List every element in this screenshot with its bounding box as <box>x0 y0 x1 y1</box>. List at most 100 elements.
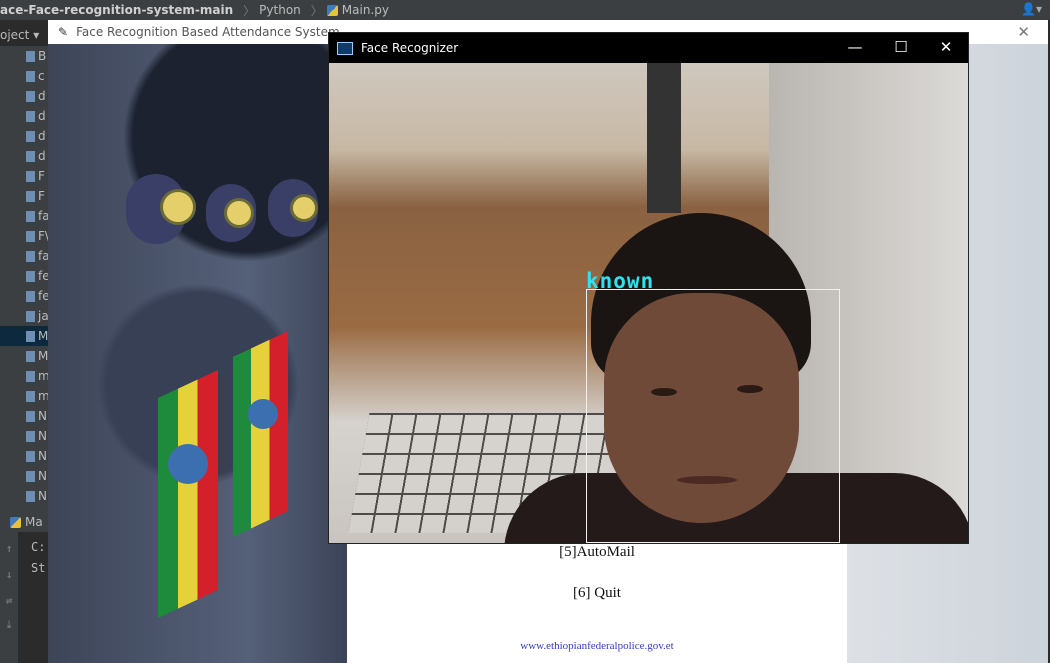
tree-item[interactable]: F <box>0 166 48 186</box>
tree-item[interactable]: N <box>0 446 48 466</box>
flag-emblem-image <box>168 444 208 484</box>
tree-item-label: c <box>38 69 45 83</box>
face-recognizer-titlebar[interactable]: Face Recognizer — ☐ ✕ <box>329 33 968 63</box>
tree-item-label: m <box>38 369 48 383</box>
file-icon <box>26 470 35 482</box>
quit-button[interactable]: [6] Quit <box>347 585 847 602</box>
breadcrumb-file[interactable]: Main.py <box>326 3 389 17</box>
tree-item-label: F <box>38 169 45 183</box>
face-detection-box <box>586 289 840 543</box>
tree-item-label: B <box>38 49 47 63</box>
tree-item[interactable]: fa <box>0 246 48 266</box>
file-icon <box>26 370 35 382</box>
file-icon <box>26 150 35 162</box>
tree-item-label: fa <box>38 249 48 263</box>
file-icon <box>26 250 35 262</box>
tree-item[interactable]: fa <box>0 206 48 226</box>
breadcrumb-python[interactable]: Python <box>259 3 301 17</box>
file-icon <box>26 230 35 242</box>
file-icon <box>26 190 35 202</box>
breadcrumb-separator: 〉 <box>243 3 256 18</box>
tree-item-label: d <box>38 89 46 103</box>
file-icon <box>26 210 35 222</box>
tree-item[interactable]: N <box>0 406 48 426</box>
run-console: ↑ ↓ ⇌ ⤓ C: St <box>0 532 48 663</box>
flag-emblem-image <box>248 399 278 429</box>
tree-item-label: F <box>38 189 45 203</box>
close-icon[interactable]: ✕ <box>934 38 958 56</box>
scroll-to-end-icon[interactable]: ⤓ <box>2 618 16 632</box>
file-icon <box>26 410 35 422</box>
file-icon <box>26 90 35 102</box>
user-icon[interactable]: 👤▾ <box>1021 2 1042 16</box>
tree-item[interactable]: N <box>0 486 48 506</box>
file-icon <box>26 350 35 362</box>
file-icon <box>26 70 35 82</box>
feather-icon: ✎ <box>58 25 69 39</box>
run-tab-label: Ma <box>25 515 43 529</box>
tree-item-label: N <box>38 469 47 483</box>
maximize-icon[interactable]: ☐ <box>889 38 913 56</box>
close-icon[interactable]: ✕ <box>1017 23 1030 41</box>
soft-wrap-icon[interactable]: ⇌ <box>2 594 16 608</box>
emblem-image <box>290 194 318 222</box>
project-label-text: oject <box>0 28 30 42</box>
tree-item[interactable]: d <box>0 146 48 166</box>
python-run-icon <box>10 516 21 528</box>
tree-item-label: fa <box>38 209 48 223</box>
emblem-image <box>224 198 254 228</box>
run-toolbar: ↑ ↓ ⇌ ⤓ <box>0 532 18 663</box>
tree-item[interactable]: m <box>0 386 48 406</box>
face-recognizer-title: Face Recognizer <box>361 41 459 55</box>
tree-item[interactable]: m <box>0 366 48 386</box>
tree-item-label: F\ <box>38 229 48 243</box>
arrow-up-icon[interactable]: ↑ <box>2 542 16 556</box>
tree-item[interactable]: ja <box>0 306 48 326</box>
flag-image <box>233 331 288 537</box>
tree-item-label: M <box>38 349 48 363</box>
minimize-icon[interactable]: — <box>843 38 867 56</box>
tree-item[interactable]: d <box>0 106 48 126</box>
tree-item[interactable]: N <box>0 466 48 486</box>
tree-item[interactable]: F <box>0 186 48 206</box>
tree-item[interactable]: d <box>0 126 48 146</box>
recognition-label: known <box>586 269 655 293</box>
tree-item[interactable]: fe <box>0 286 48 306</box>
tree-item[interactable]: M <box>0 326 48 346</box>
tree-item[interactable]: F\ <box>0 226 48 246</box>
file-icon <box>26 330 35 342</box>
tree-item[interactable]: N <box>0 426 48 446</box>
breadcrumb-file-label: Main.py <box>341 3 389 17</box>
breadcrumb-project[interactable]: ace-Face-recognition-system-main <box>0 3 233 17</box>
project-tool-label[interactable]: oject ▾ <box>0 28 48 42</box>
tree-item-label: fe <box>38 269 48 283</box>
face-recognizer-window: Face Recognizer — ☐ ✕ known <box>328 32 969 544</box>
flag-image <box>158 370 218 618</box>
tree-item-label: m <box>38 389 48 403</box>
pole-image <box>647 63 681 213</box>
tree-item[interactable]: fe <box>0 266 48 286</box>
emblem-image <box>160 189 196 225</box>
automail-button[interactable]: [5]AutoMail <box>347 544 847 561</box>
file-icon <box>26 430 35 442</box>
tree-item-label: d <box>38 109 46 123</box>
file-icon <box>26 310 35 322</box>
app-icon <box>337 41 353 55</box>
tree-item[interactable]: M <box>0 346 48 366</box>
file-icon <box>26 290 35 302</box>
file-icon <box>26 50 35 62</box>
tree-item-label: N <box>38 409 47 423</box>
file-icon <box>26 110 35 122</box>
file-icon <box>26 130 35 142</box>
run-tab[interactable]: Ma <box>0 512 48 532</box>
website-link[interactable]: www.ethiopianfederalpolice.gov.et <box>347 640 847 652</box>
file-icon <box>26 450 35 462</box>
tree-item[interactable]: d <box>0 86 48 106</box>
arrow-down-icon[interactable]: ↓ <box>2 568 16 582</box>
tree-item-label: ja <box>38 309 48 323</box>
tree-item[interactable]: c <box>0 66 48 86</box>
tree-item-label: N <box>38 489 47 503</box>
console-line: C: <box>31 540 46 554</box>
file-icon <box>26 270 35 282</box>
tree-item[interactable]: B <box>0 46 48 66</box>
